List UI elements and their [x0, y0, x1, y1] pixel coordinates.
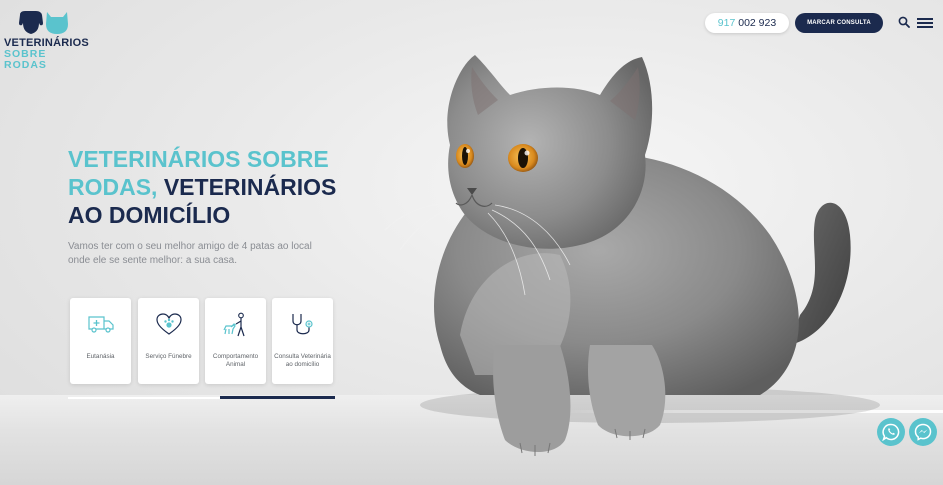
book-appointment-button[interactable]: MARCAR CONSULTA — [795, 13, 883, 33]
site-logo[interactable]: VETERINÁRIOS SOBRE RODAS — [4, 10, 89, 71]
whatsapp-icon — [882, 423, 900, 441]
service-card-euthanasia[interactable]: Eutanásia — [70, 298, 131, 384]
messenger-button[interactable] — [909, 418, 937, 446]
service-label: Consulta Veterinária ao domicílio — [274, 353, 331, 368]
service-label: Comportamento Animal — [212, 353, 259, 368]
phone-button[interactable]: 917 002 923 — [705, 13, 789, 33]
ambulance-icon — [88, 316, 114, 333]
logo-text-line2: SOBRE RODAS — [4, 48, 47, 71]
grey-cat-image — [384, 55, 880, 456]
phone-prefix: 917 — [717, 17, 736, 29]
service-label: Serviço Fúnebre — [145, 353, 192, 360]
messenger-icon — [914, 423, 932, 441]
dog-cat-logo-icon — [19, 11, 68, 34]
heart-paw-icon — [156, 313, 182, 335]
whatsapp-button[interactable] — [877, 418, 905, 446]
hero-subtitle: Vamos ter com o seu melhor amigo de 4 pa… — [68, 241, 312, 266]
service-label: Eutanásia — [86, 353, 115, 360]
phone-number: 002 923 — [738, 17, 777, 29]
carousel-progress-indicator[interactable] — [220, 396, 335, 399]
stethoscope-icon — [292, 314, 313, 335]
hero-headline: VETERINÁRIOS SOBRE RODAS, VETERINÁRIOS A… — [68, 145, 368, 229]
service-card-behaviour[interactable]: Comportamento Animal — [205, 298, 266, 384]
dog-walker-icon — [223, 312, 245, 337]
service-card-home-visit[interactable]: Consulta Veterinária ao domicílio — [272, 298, 333, 384]
hamburger-menu-icon[interactable] — [917, 18, 933, 28]
service-card-funeral[interactable]: Serviço Fúnebre — [138, 298, 199, 384]
search-icon[interactable] — [898, 16, 910, 28]
